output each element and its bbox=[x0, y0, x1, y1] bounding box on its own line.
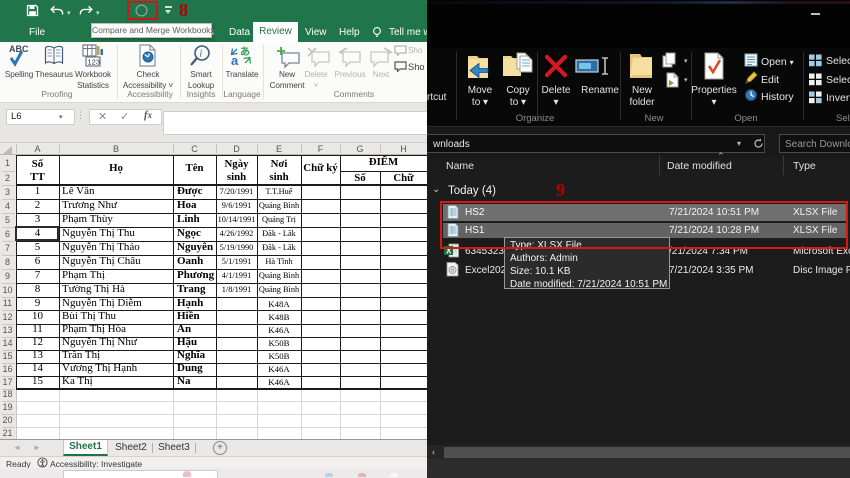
svg-text:あ: あ bbox=[240, 45, 250, 58]
svg-text:a: a bbox=[231, 53, 239, 68]
svg-text:123: 123 bbox=[88, 58, 101, 67]
svg-text:i: i bbox=[200, 49, 203, 60]
svg-text:ABC: ABC bbox=[9, 44, 29, 54]
